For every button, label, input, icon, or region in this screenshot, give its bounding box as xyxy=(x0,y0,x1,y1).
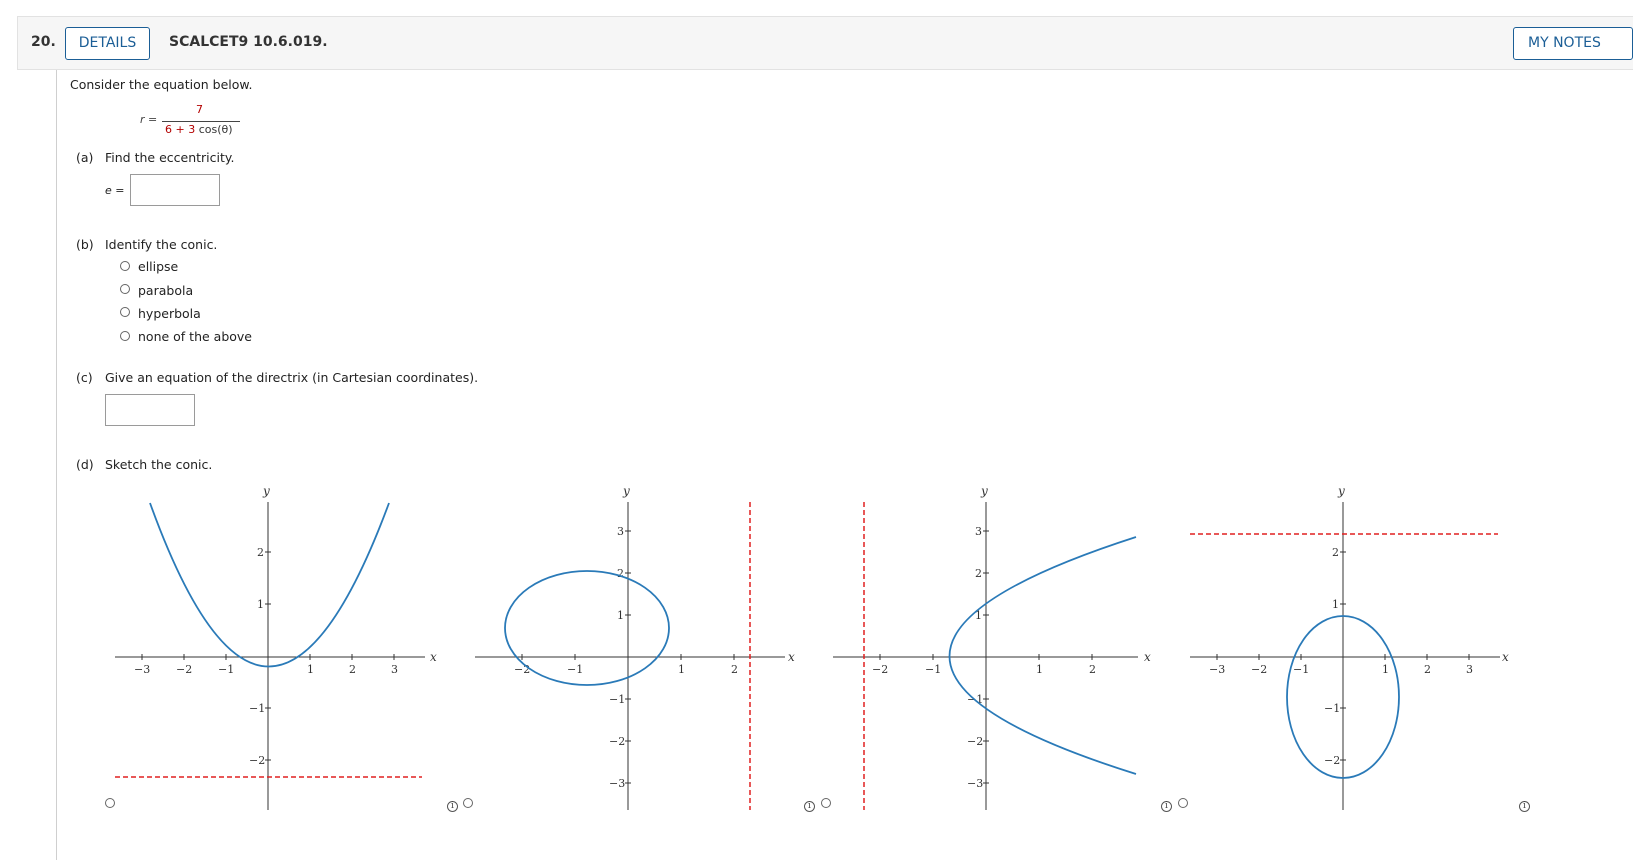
option-none-label: none of the above xyxy=(138,329,252,344)
x-tick-label: −2 xyxy=(872,663,888,676)
x-axis-label: x xyxy=(430,650,437,664)
y-tick-label: −2 xyxy=(249,754,265,767)
x-tick-label: −1 xyxy=(218,663,234,676)
radio-graph-4[interactable] xyxy=(1178,798,1188,808)
y-tick-label: 1 xyxy=(1332,598,1339,611)
eccentricity-label: e = xyxy=(105,184,125,197)
part-d-prompt: Sketch the conic. xyxy=(105,457,213,472)
x-tick-label: 3 xyxy=(391,663,398,676)
x-tick-label: −3 xyxy=(134,663,150,676)
graph-option-2: x y −2 −1 1 2 3 2 1 −1 −2 −3 xyxy=(475,484,795,810)
x-tick-label: 1 xyxy=(1382,663,1389,676)
info-icon[interactable]: i xyxy=(804,801,815,812)
x-tick-label: 2 xyxy=(349,663,356,676)
part-d-label: (d) xyxy=(76,457,94,472)
info-icon[interactable]: i xyxy=(1519,801,1530,812)
conic-curve xyxy=(504,570,670,686)
details-button[interactable]: DETAILS xyxy=(65,27,150,60)
x-axis-label: x xyxy=(788,650,795,664)
content-divider xyxy=(56,70,57,860)
y-tick-label: −2 xyxy=(967,735,983,748)
conic-curve xyxy=(149,502,390,668)
x-tick-label: 3 xyxy=(1466,663,1473,676)
my-notes-button[interactable]: MY NOTES xyxy=(1513,27,1633,60)
part-c-prompt: Give an equation of the directrix (in Ca… xyxy=(105,370,479,385)
radio-parabola[interactable] xyxy=(120,284,130,294)
x-axis-label: x xyxy=(1144,650,1151,664)
y-tick-label: −1 xyxy=(249,702,265,715)
radio-graph-3[interactable] xyxy=(821,798,831,808)
y-tick-label: 2 xyxy=(617,567,624,580)
question-header: 20. DETAILS SCALCET9 10.6.019. MY NOTES xyxy=(17,16,1633,70)
y-tick-label: 2 xyxy=(257,546,264,559)
graph-option-3: x y −2 −1 1 2 3 2 1 −1 −2 −3 xyxy=(833,484,1151,810)
x-tick-label: 2 xyxy=(731,663,738,676)
intro-text: Consider the equation below. xyxy=(70,77,253,92)
part-a-prompt: Find the eccentricity. xyxy=(105,150,235,165)
y-tick-label: −3 xyxy=(609,777,625,790)
x-tick-label: −3 xyxy=(1209,663,1225,676)
y-tick-label: 3 xyxy=(617,525,624,538)
denominator-coefficients: 6 + 3 xyxy=(165,123,196,136)
y-tick-label: −1 xyxy=(609,693,625,706)
part-c-label: (c) xyxy=(76,370,93,385)
part-a-label: (a) xyxy=(76,150,94,165)
question-id: SCALCET9 10.6.019. xyxy=(169,34,328,50)
info-icon[interactable]: i xyxy=(447,801,458,812)
x-tick-label: −1 xyxy=(567,663,583,676)
part-b-label: (b) xyxy=(76,237,94,252)
info-icon[interactable]: i xyxy=(1161,801,1172,812)
eccentricity-input[interactable] xyxy=(130,174,220,206)
y-tick-label: 1 xyxy=(617,609,624,622)
y-tick-label: −3 xyxy=(967,777,983,790)
x-tick-label: 2 xyxy=(1424,663,1431,676)
x-tick-label: −2 xyxy=(1251,663,1267,676)
y-tick-label: −1 xyxy=(1324,702,1340,715)
option-ellipse-label: ellipse xyxy=(138,259,179,274)
question-number: 20. xyxy=(31,34,56,50)
x-axis-label: x xyxy=(1502,650,1509,664)
radio-none[interactable] xyxy=(120,331,130,341)
y-tick-label: −2 xyxy=(1324,754,1340,767)
y-tick-label: 2 xyxy=(1332,546,1339,559)
radio-graph-2[interactable] xyxy=(463,798,473,808)
x-tick-label: 1 xyxy=(307,663,314,676)
fraction-bar xyxy=(162,121,240,122)
radio-ellipse[interactable] xyxy=(120,261,130,271)
denominator-function: cos(θ) xyxy=(195,123,233,136)
graph-option-1: x y −3 −2 −1 1 2 3 2 1 −1 −2 xyxy=(115,484,437,810)
option-hyperbola-label: hyperbola xyxy=(138,306,201,321)
y-axis-label: y xyxy=(262,484,270,498)
y-tick-label: 3 xyxy=(975,525,982,538)
x-tick-label: 1 xyxy=(1036,663,1043,676)
radio-graph-1[interactable] xyxy=(105,798,115,808)
x-tick-label: −2 xyxy=(176,663,192,676)
x-tick-label: −2 xyxy=(514,663,530,676)
y-axis-label: y xyxy=(1337,484,1345,498)
graph-option-4: x y −3 −2 −1 1 2 3 2 1 −1 −2 xyxy=(1190,484,1509,810)
y-axis-label: y xyxy=(622,484,630,498)
x-tick-label: 2 xyxy=(1089,663,1096,676)
option-parabola-label: parabola xyxy=(138,283,194,298)
directrix-input[interactable] xyxy=(105,394,195,426)
part-b-prompt: Identify the conic. xyxy=(105,237,218,252)
x-tick-label: −1 xyxy=(1293,663,1309,676)
x-tick-label: −1 xyxy=(925,663,941,676)
y-axis-label: y xyxy=(980,484,988,498)
y-tick-label: −2 xyxy=(609,735,625,748)
equation-lhs: r = xyxy=(140,113,158,126)
y-tick-label: 2 xyxy=(975,567,982,580)
radio-hyperbola[interactable] xyxy=(120,307,130,317)
equation-numerator: 7 xyxy=(196,103,203,116)
equation-denominator: 6 + 3 cos(θ) xyxy=(165,123,233,136)
y-tick-label: 1 xyxy=(257,598,264,611)
x-tick-label: 1 xyxy=(678,663,685,676)
